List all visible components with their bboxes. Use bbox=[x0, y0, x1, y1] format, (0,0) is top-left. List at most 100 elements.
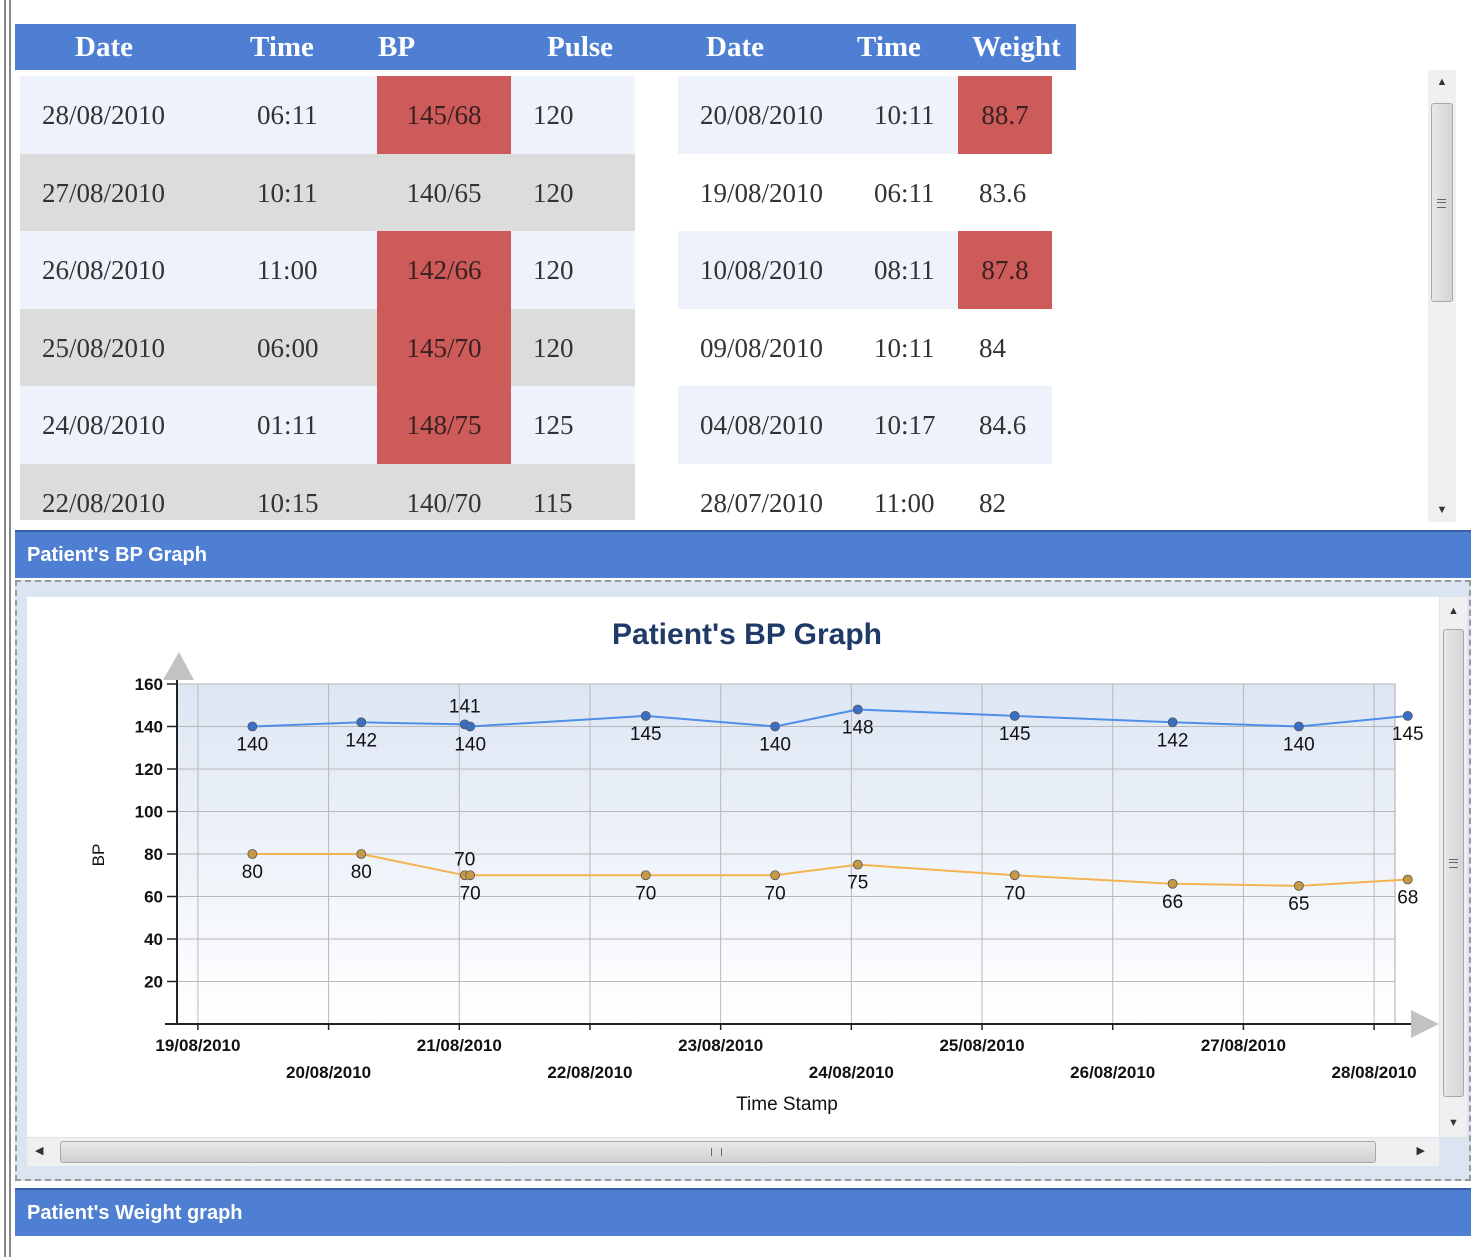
data-point bbox=[1167, 717, 1178, 728]
scrollbar-thumb[interactable] bbox=[1443, 629, 1464, 1097]
triangle-up-icon[interactable]: ▲ bbox=[1428, 76, 1456, 88]
grip-icon bbox=[1437, 198, 1446, 208]
scrollbar-thumb[interactable] bbox=[60, 1141, 1376, 1163]
triangle-up-icon[interactable]: ▲ bbox=[1440, 605, 1467, 617]
weight-cell-weight: 84.6 bbox=[979, 410, 1027, 440]
triangle-left-icon[interactable]: ◀ bbox=[35, 1144, 43, 1157]
bp-cell-bp: 145/68 bbox=[377, 76, 511, 154]
window-border bbox=[4, 0, 6, 1257]
y-tick-label: 100 bbox=[135, 803, 163, 822]
chart-ylabel: BP bbox=[89, 844, 108, 867]
bp-cell-pulse: 125 bbox=[533, 410, 574, 440]
data-point bbox=[247, 849, 258, 859]
data-label: 140 bbox=[237, 735, 269, 756]
grip-icon bbox=[1448, 859, 1458, 868]
y-tick-label: 20 bbox=[144, 973, 163, 992]
weight-row[interactable]: 28/07/2010 11:00 82 bbox=[678, 463, 1052, 520]
weight-row[interactable]: 09/08/2010 10:11 84 bbox=[678, 308, 1052, 387]
data-point bbox=[770, 870, 781, 881]
triangle-down-icon[interactable]: ▼ bbox=[1440, 1117, 1467, 1129]
data-label: 141 bbox=[449, 696, 481, 717]
bp-row[interactable]: 22/08/2010 10:15 140/70 115 bbox=[20, 463, 635, 520]
x-tick-label: 24/08/2010 bbox=[809, 1063, 894, 1082]
weight-cell-time: 10:11 bbox=[874, 332, 935, 363]
data-label: 70 bbox=[635, 883, 656, 904]
data-point bbox=[1167, 878, 1178, 889]
weight-header-weight: Weight bbox=[972, 31, 1061, 63]
y-tick-label: 60 bbox=[144, 888, 163, 907]
data-point bbox=[852, 704, 863, 715]
data-label: 70 bbox=[460, 883, 481, 904]
weight-cell-date: 19/08/2010 bbox=[700, 177, 824, 208]
weight-cell-time: 06:11 bbox=[874, 177, 935, 208]
data-point bbox=[1402, 710, 1413, 721]
bp-cell-date: 22/08/2010 bbox=[42, 487, 166, 518]
weight-cell-weight: 83.6 bbox=[979, 177, 1027, 208]
data-point bbox=[356, 717, 367, 728]
bp-chart-area: Patient's BP Graph 20 40 60 80 100 120 140 160 1… bbox=[27, 597, 1439, 1137]
bp-cell-pulse: 120 bbox=[533, 177, 574, 208]
chart-xlabel: Time Stamp bbox=[736, 1094, 838, 1115]
scrollbar-thumb[interactable] bbox=[1431, 103, 1453, 302]
data-label: 80 bbox=[351, 862, 372, 883]
data-point bbox=[770, 721, 781, 732]
data-point bbox=[852, 859, 863, 870]
weight-cell-weight: 88.7 bbox=[958, 76, 1052, 154]
x-tick-label: 28/08/2010 bbox=[1332, 1063, 1417, 1082]
bp-cell-bp: 140/65 bbox=[406, 177, 482, 208]
weight-row[interactable]: 20/08/2010 10:11 88.7 bbox=[678, 76, 1052, 154]
data-label: 145 bbox=[999, 724, 1031, 745]
weight-row[interactable]: 10/08/2010 08:11 87.8 bbox=[678, 231, 1052, 309]
triangle-right-icon[interactable]: ▶ bbox=[1417, 1144, 1425, 1157]
weight-graph-section-header[interactable]: Patient's Weight graph bbox=[15, 1188, 1471, 1236]
weight-cell-date: 20/08/2010 bbox=[700, 100, 824, 130]
data-label: 80 bbox=[242, 862, 263, 883]
data-label: 75 bbox=[847, 873, 868, 894]
bp-cell-bp: 148/75 bbox=[377, 386, 511, 464]
bp-graph-section-header[interactable]: Patient's BP Graph bbox=[15, 530, 1471, 578]
data-label: 65 bbox=[1288, 894, 1309, 915]
bp-cell-pulse: 120 bbox=[533, 332, 574, 363]
weight-cell-weight: 84 bbox=[979, 332, 1006, 363]
data-point bbox=[465, 721, 476, 732]
grip-icon bbox=[711, 1148, 722, 1156]
bp-cell-pulse: 120 bbox=[533, 255, 574, 285]
bp-row[interactable]: 28/08/2010 06:11 145/68 120 bbox=[20, 76, 635, 154]
bp-cell-date: 27/08/2010 bbox=[42, 177, 166, 208]
weight-cell-date: 28/07/2010 bbox=[700, 487, 824, 518]
data-point bbox=[465, 870, 476, 881]
chart-vertical-scrollbar[interactable]: ▲ ▼ bbox=[1440, 597, 1467, 1137]
bp-cell-date: 26/08/2010 bbox=[42, 255, 166, 285]
data-point bbox=[1009, 870, 1020, 881]
y-tick-label: 120 bbox=[135, 760, 163, 779]
y-tick-label: 40 bbox=[144, 930, 163, 949]
weight-header-time: Time bbox=[857, 31, 921, 63]
bp-header-time: Time bbox=[250, 31, 314, 63]
data-label: 66 bbox=[1162, 892, 1183, 913]
table-scrollbar[interactable]: ▲ ▼ bbox=[1428, 70, 1456, 522]
data-point bbox=[640, 870, 651, 881]
weight-cell-date: 09/08/2010 bbox=[700, 332, 824, 363]
bp-cell-date: 24/08/2010 bbox=[42, 410, 166, 440]
x-tick-label: 25/08/2010 bbox=[939, 1036, 1024, 1055]
y-tick-label: 80 bbox=[144, 845, 163, 864]
bp-cell-bp: 140/70 bbox=[406, 487, 482, 518]
triangle-down-icon[interactable]: ▼ bbox=[1428, 504, 1456, 516]
bp-table: 28/08/2010 06:11 145/68 120 27/08/2010 10:11 1… bbox=[20, 76, 635, 520]
bp-header-date: Date bbox=[75, 31, 133, 63]
data-label: 145 bbox=[630, 724, 662, 745]
weight-cell-weight: 82 bbox=[979, 487, 1006, 518]
weight-row[interactable]: 04/08/2010 10:17 84.6 bbox=[678, 386, 1052, 464]
bp-header-bp: BP bbox=[378, 31, 416, 63]
y-axis-arrow-icon bbox=[163, 652, 194, 680]
y-tick-label: 160 bbox=[135, 675, 163, 694]
chart-horizontal-scrollbar[interactable]: ◀ ▶ bbox=[27, 1138, 1439, 1166]
bp-cell-time: 06:00 bbox=[257, 332, 319, 363]
bp-row[interactable]: 24/08/2010 01:11 148/75 125 bbox=[20, 386, 635, 464]
bp-row[interactable]: 27/08/2010 10:11 140/65 120 bbox=[20, 153, 635, 232]
bp-row[interactable]: 25/08/2010 06:00 145/70 120 bbox=[20, 308, 635, 387]
weight-row[interactable]: 19/08/2010 06:11 83.6 bbox=[678, 153, 1052, 232]
bp-row[interactable]: 26/08/2010 11:00 142/66 120 bbox=[20, 231, 635, 309]
bp-cell-time: 11:00 bbox=[257, 255, 318, 285]
x-axis-arrow-icon bbox=[1411, 1010, 1439, 1038]
